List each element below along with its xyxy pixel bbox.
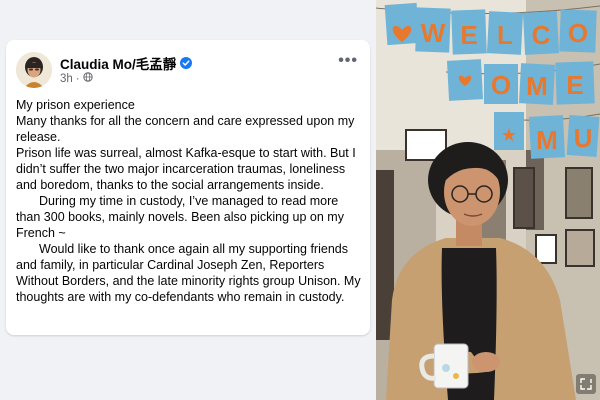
svg-text:E: E: [460, 20, 477, 50]
post-meta: 3h ·: [60, 72, 93, 85]
post-panel: Claudia Mo/毛孟靜 3h · ••• My prison experi…: [0, 0, 376, 400]
verified-badge-icon: [180, 57, 193, 69]
svg-text:O: O: [491, 70, 511, 100]
more-options-icon[interactable]: •••: [338, 52, 358, 70]
svg-text:U: U: [574, 123, 593, 153]
expand-icon[interactable]: [576, 374, 596, 394]
svg-text:★: ★: [501, 125, 517, 146]
globe-icon[interactable]: [82, 72, 93, 85]
author-name[interactable]: Claudia Mo/毛孟靜: [60, 53, 193, 73]
dot-separator: ·: [75, 72, 80, 85]
post-paragraph: Many thanks for all the concern and care…: [16, 114, 355, 144]
svg-text:M: M: [526, 71, 548, 101]
post-paragraph: My prison experience: [16, 98, 135, 112]
svg-text:W: W: [421, 18, 446, 48]
svg-text:L: L: [497, 20, 513, 50]
post-paragraph: During my time in custody, I’ve managed …: [16, 194, 344, 240]
avatar[interactable]: [16, 52, 52, 88]
svg-text:M: M: [536, 125, 558, 155]
svg-text:C: C: [532, 20, 551, 50]
post-body: My prison experience Many thanks for all…: [16, 97, 364, 305]
post-paragraph: Would like to thank once again all my su…: [16, 242, 361, 304]
svg-text:O: O: [568, 18, 588, 48]
post-photo[interactable]: W E L C O O M E M U ★: [376, 0, 600, 400]
author-label[interactable]: Claudia Mo/毛孟靜: [60, 53, 176, 73]
post-paragraph: Prison life was surreal, almost Kafka-es…: [16, 146, 356, 192]
post-time[interactable]: 3h: [60, 73, 73, 85]
post-card: Claudia Mo/毛孟靜 3h · ••• My prison experi…: [6, 40, 370, 335]
svg-text:E: E: [566, 70, 583, 100]
